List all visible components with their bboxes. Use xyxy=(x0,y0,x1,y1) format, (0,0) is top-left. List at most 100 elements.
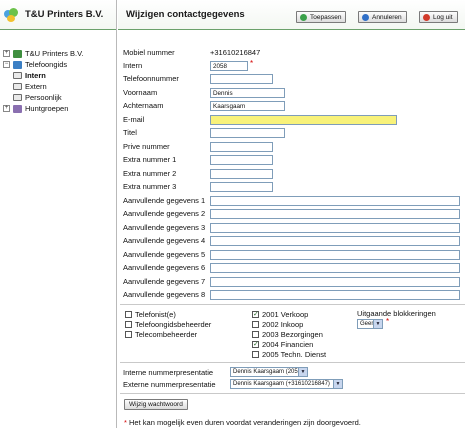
checkbox-label: 2005 Techn. Dienst xyxy=(262,350,327,359)
prive-label: Prive nummer xyxy=(123,142,170,151)
mobile-label: Mobiel nummer xyxy=(123,48,175,57)
page-header: Wijzigen contactgegevens Toepassen Annul… xyxy=(118,0,465,30)
achternaam-field[interactable] xyxy=(210,101,285,111)
telefoonnummer-label: Telefoonnummer xyxy=(123,74,179,83)
role-checkbox-telecombeheerder[interactable]: Telecombeheerder xyxy=(125,330,197,339)
extra-nummer-2-field[interactable] xyxy=(210,169,273,179)
extra-nummer-1-label: Extra nummer 1 xyxy=(123,155,177,164)
email-label: E-mail xyxy=(123,115,145,124)
expand-icon[interactable]: + xyxy=(3,50,10,57)
page-icon xyxy=(13,94,22,101)
company-logo-icon xyxy=(3,7,19,23)
internal-presentation-select[interactable]: Dennis Kaarsgaam (2058) ▼ xyxy=(230,367,308,377)
tree-label: Persoonlijk xyxy=(25,93,62,102)
voornaam-label: Voornaam xyxy=(123,88,158,97)
tree-item-persoonlijk[interactable]: Persoonlijk xyxy=(3,92,84,103)
checkbox-label: Telecombeheerder xyxy=(135,330,198,339)
group-checkbox-2003[interactable]: 2003 Bezorgingen xyxy=(252,330,323,339)
aanvullende-gegevens-2-field[interactable] xyxy=(210,209,460,219)
aanvullende-gegevens-6-field[interactable] xyxy=(210,263,460,273)
checkbox-box[interactable] xyxy=(252,321,259,328)
navigation-tree: + T&U Printers B.V. − Telefoongids Inter… xyxy=(3,48,84,114)
intern-label: Intern xyxy=(123,61,143,70)
expand-icon[interactable]: + xyxy=(3,105,10,112)
cancel-button[interactable]: Annuleren xyxy=(358,11,407,23)
aanvullende-gegevens-8-field[interactable] xyxy=(210,290,460,300)
tree-label: T&U Printers B.V. xyxy=(25,49,84,58)
group-checkbox-2004[interactable]: ✓ 2004 Financien xyxy=(252,340,313,349)
titel-label: Titel xyxy=(123,128,137,137)
aanvullende-gegevens-7-label: Aanvullende gegevens 7 xyxy=(123,277,206,286)
checkbox-box[interactable] xyxy=(125,311,132,318)
cancel-icon xyxy=(362,13,369,21)
aanvullende-gegevens-3-label: Aanvullende gegevens 3 xyxy=(123,223,206,232)
email-field[interactable] xyxy=(210,115,397,125)
blocking-select[interactable]: Geen ▼ xyxy=(357,319,383,329)
divider xyxy=(120,304,465,305)
aanvullende-gegevens-5-field[interactable] xyxy=(210,250,460,260)
footnote-text: Het kan mogelijk even duren voordat vera… xyxy=(129,418,361,427)
extra-nummer-1-field[interactable] xyxy=(210,155,273,165)
role-checkbox-telefoongidsbeheerder[interactable]: Telefoongidsbeheerder xyxy=(125,320,211,329)
role-checkbox-telefonist[interactable]: Telefonist(e) xyxy=(125,310,176,319)
group-icon xyxy=(13,104,22,113)
intern-field[interactable] xyxy=(210,61,248,71)
aanvullende-gegevens-5-label: Aanvullende gegevens 5 xyxy=(123,250,206,259)
sidebar: T&U Printers B.V. + T&U Printers B.V. − … xyxy=(0,0,117,428)
tree-item-company[interactable]: + T&U Printers B.V. xyxy=(3,48,84,59)
checkbox-label: Telefoongidsbeheerder xyxy=(135,320,212,329)
internal-presentation-value: Dennis Kaarsgaam (2058) xyxy=(233,369,304,375)
tree-label: Huntgroepen xyxy=(25,104,69,113)
divider xyxy=(120,393,465,394)
footnote: * Het kan mogelijk even duren voordat ve… xyxy=(124,418,361,427)
checkbox-box[interactable] xyxy=(252,331,259,338)
logout-button[interactable]: Log uit xyxy=(419,11,458,23)
checkbox-box[interactable] xyxy=(125,321,132,328)
apply-button[interactable]: Toepassen xyxy=(296,11,347,23)
telefoonnummer-field[interactable] xyxy=(210,74,273,84)
prive-field[interactable] xyxy=(210,142,273,152)
required-marker: * xyxy=(124,418,127,427)
aanvullende-gegevens-7-field[interactable] xyxy=(210,277,460,287)
checkbox-box[interactable]: ✓ xyxy=(252,341,259,348)
aanvullende-gegevens-8-label: Aanvullende gegevens 8 xyxy=(123,290,206,299)
logout-icon xyxy=(423,13,430,21)
external-presentation-select[interactable]: Dennis Kaarsgaam (+31610216847) ▼ xyxy=(230,379,343,389)
tree-item-huntgroepen[interactable]: + Huntgroepen xyxy=(3,103,84,114)
voornaam-field[interactable] xyxy=(210,88,285,98)
tree-label: Telefoongids xyxy=(25,60,68,69)
checkbox-label: Telefonist(e) xyxy=(135,310,176,319)
titel-field[interactable] xyxy=(210,128,285,138)
collapse-icon[interactable]: − xyxy=(3,61,10,68)
chevron-down-icon: ▼ xyxy=(373,320,382,328)
page-icon xyxy=(13,83,22,90)
aanvullende-gegevens-3-field[interactable] xyxy=(210,223,460,233)
change-password-button[interactable]: Wijzig wachtwoord xyxy=(124,399,188,410)
required-marker: * xyxy=(386,317,390,326)
external-presentation-value: Dennis Kaarsgaam (+31610216847) xyxy=(233,381,330,387)
divider xyxy=(120,362,465,363)
aanvullende-gegevens-1-field[interactable] xyxy=(210,196,460,206)
extra-nummer-3-label: Extra nummer 3 xyxy=(123,182,177,191)
group-checkbox-2002[interactable]: 2002 Inkoop xyxy=(252,320,303,329)
checkbox-box[interactable]: ✓ xyxy=(252,311,259,318)
aanvullende-gegevens-1-label: Aanvullende gegevens 1 xyxy=(123,196,206,205)
checkbox-box[interactable] xyxy=(125,331,132,338)
aanvullende-gegevens-4-field[interactable] xyxy=(210,236,460,246)
check-icon xyxy=(300,13,307,21)
group-checkbox-2001[interactable]: ✓ 2001 Verkoop xyxy=(252,310,308,319)
extra-nummer-3-field[interactable] xyxy=(210,182,273,192)
checkbox-box[interactable] xyxy=(252,351,259,358)
group-checkbox-2005[interactable]: 2005 Techn. Dienst xyxy=(252,350,326,359)
blocking-label: Uitgaande blokkeringen xyxy=(357,309,436,318)
tree-item-extern[interactable]: Extern xyxy=(3,81,84,92)
required-marker: * xyxy=(250,59,254,68)
apply-button-label: Toepassen xyxy=(310,13,342,21)
tree-item-telefoongids[interactable]: − Telefoongids xyxy=(3,59,84,70)
tree-label: Intern xyxy=(25,71,46,80)
checkbox-label: 2003 Bezorgingen xyxy=(262,330,323,339)
main-content: Wijzigen contactgegevens Toepassen Annul… xyxy=(118,0,465,428)
checkbox-label: 2001 Verkoop xyxy=(262,310,309,319)
page-icon xyxy=(13,72,22,79)
tree-item-intern[interactable]: Intern xyxy=(3,70,84,81)
